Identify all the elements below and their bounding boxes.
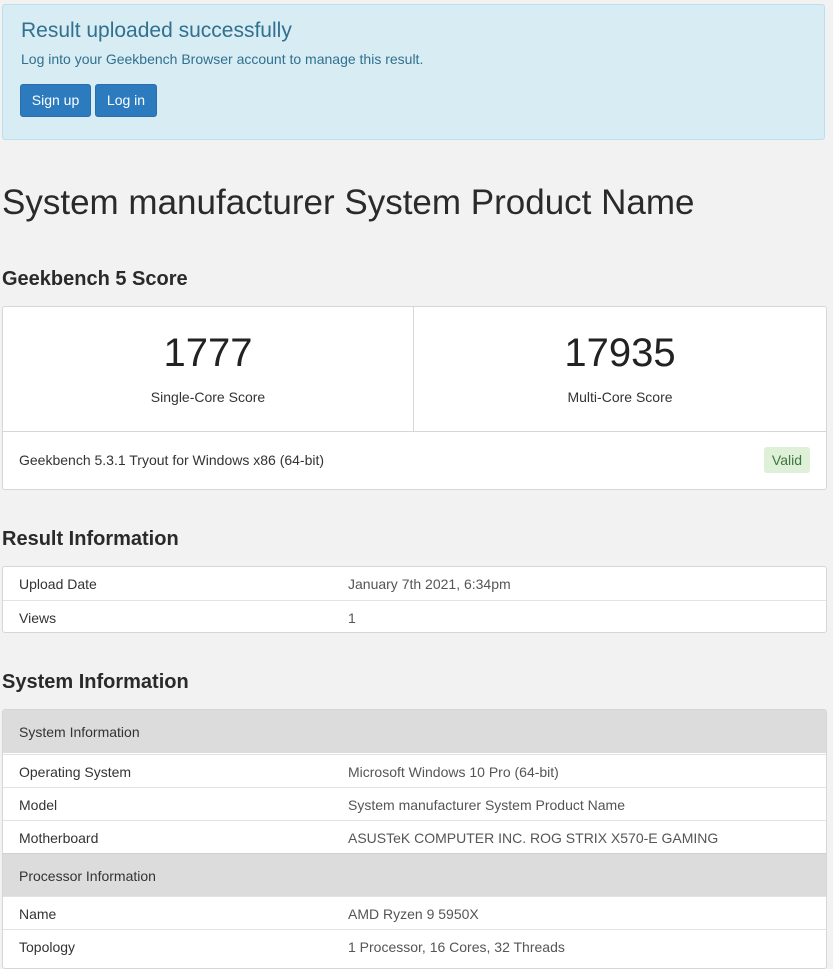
row-value: 1 <box>348 610 356 626</box>
table-row: Upload Date January 7th 2021, 6:34pm <box>3 567 826 600</box>
single-core-cell: 1777 Single-Core Score <box>3 307 414 431</box>
row-value: System manufacturer System Product Name <box>348 797 625 813</box>
result-info-title: Result Information <box>2 528 179 550</box>
status-badge: Valid <box>763 447 810 473</box>
single-core-score: 1777 <box>163 331 253 375</box>
multi-core-score: 17935 <box>564 331 676 375</box>
table-row: Views 1 <box>3 600 826 632</box>
result-info-table: Upload Date January 7th 2021, 6:34pm Vie… <box>2 566 827 633</box>
row-key: Topology <box>19 939 76 955</box>
table-row: Motherboard ASUSTeK COMPUTER INC. ROG ST… <box>3 820 826 854</box>
log-in-button[interactable]: Log in <box>95 84 157 117</box>
system-info-table: System Information Operating System Micr… <box>2 709 827 969</box>
row-key: Motherboard <box>19 830 99 846</box>
group-header: System Information <box>3 710 826 753</box>
system-info-title: System Information <box>2 671 189 693</box>
row-key: Operating System <box>19 764 132 780</box>
table-row: Model System manufacturer System Product… <box>3 787 826 821</box>
row-value: 1 Processor, 16 Cores, 32 Threads <box>348 939 565 955</box>
multi-core-label: Multi-Core Score <box>567 389 673 405</box>
alert-title: Result uploaded successfully <box>21 19 292 42</box>
score-footer: Geekbench 5.3.1 Tryout for Windows x86 (… <box>3 431 826 489</box>
group-label: Processor Information <box>19 868 156 884</box>
row-key: Name <box>19 906 57 922</box>
row-value: ASUSTeK COMPUTER INC. ROG STRIX X570-E G… <box>348 830 719 846</box>
row-value: AMD Ryzen 9 5950X <box>348 906 479 922</box>
page-title: System manufacturer System Product Name <box>2 183 695 222</box>
score-panel: 1777 Single-Core Score 17935 Multi-Core … <box>2 306 827 490</box>
multi-core-cell: 17935 Multi-Core Score <box>414 307 826 431</box>
table-row: Name AMD Ryzen 9 5950X <box>3 896 826 930</box>
row-key: Views <box>19 610 57 626</box>
row-value: Microsoft Windows 10 Pro (64-bit) <box>348 764 559 780</box>
table-row: Topology 1 Processor, 16 Cores, 32 Threa… <box>3 929 826 963</box>
alert-text: Log into your Geekbench Browser account … <box>21 51 424 67</box>
score-section-title: Geekbench 5 Score <box>2 268 188 290</box>
row-value: January 7th 2021, 6:34pm <box>348 576 511 592</box>
geekbench-version: Geekbench 5.3.1 Tryout for Windows x86 (… <box>19 452 325 468</box>
upload-success-alert: Result uploaded successfully Log into yo… <box>2 4 825 140</box>
group-header: Processor Information <box>3 853 826 897</box>
table-row: Operating System Microsoft Windows 10 Pr… <box>3 754 826 788</box>
group-label: System Information <box>19 724 140 740</box>
row-key: Model <box>19 797 58 813</box>
single-core-label: Single-Core Score <box>150 389 266 405</box>
row-key: Upload Date <box>19 576 97 592</box>
sign-up-button[interactable]: Sign up <box>20 84 91 117</box>
